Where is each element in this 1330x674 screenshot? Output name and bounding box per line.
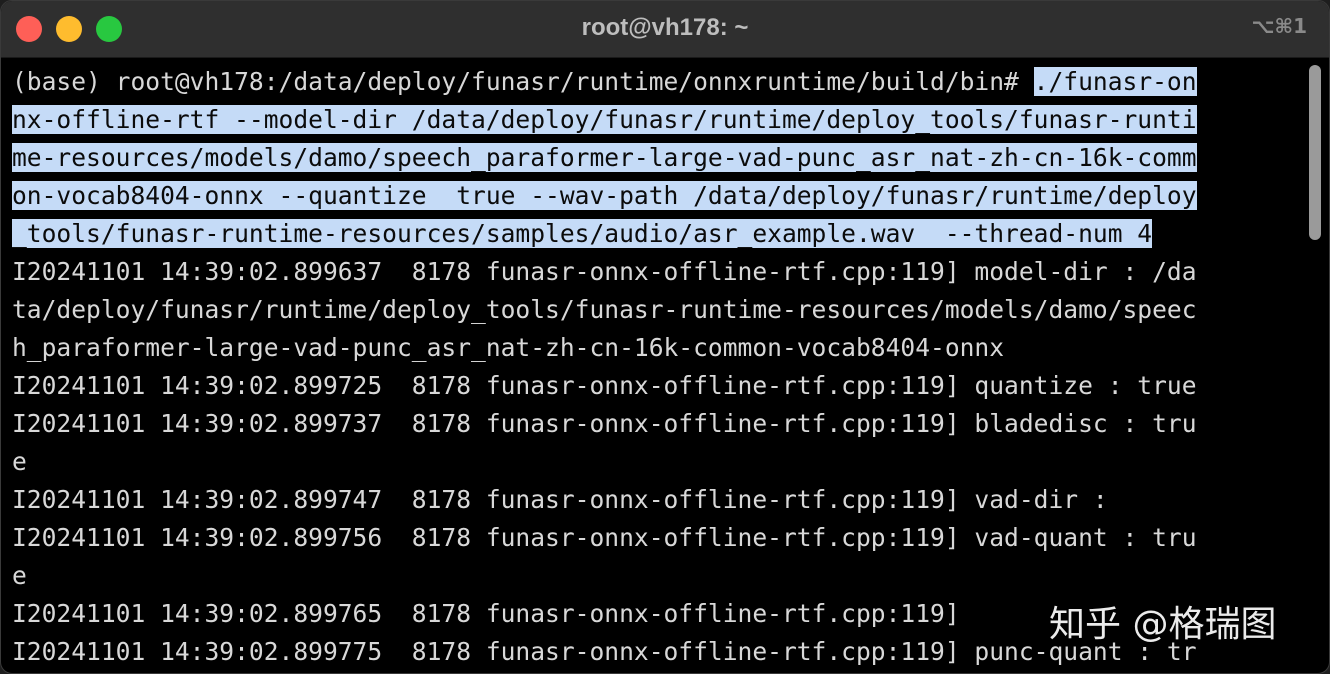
window-shortcut: ⌥⌘1 — [1251, 14, 1307, 38]
log-line: e — [12, 561, 27, 590]
title-bar[interactable]: root@vh178: ~ ⌥⌘1 — [1, 1, 1329, 58]
log-line: I20241101 14:39:02.899737 8178 funasr-on… — [12, 409, 1197, 438]
selected-command-text[interactable]: nx-offline-rtf --model-dir /data/deploy/… — [12, 105, 1197, 134]
terminal-output[interactable]: (base) root@vh178:/data/deploy/funasr/ru… — [1, 63, 1301, 673]
log-line: I20241101 14:39:02.899637 8178 funasr-on… — [12, 257, 1197, 286]
scrollbar-thumb[interactable] — [1309, 65, 1321, 240]
log-line: ta/deploy/funasr/runtime/deploy_tools/fu… — [12, 295, 1197, 324]
watermark: 知乎 @格瑞图 — [1049, 604, 1277, 645]
selected-command-text[interactable]: _tools/funasr-runtime-resources/samples/… — [12, 219, 1153, 248]
window-title: root@vh178: ~ — [581, 14, 749, 41]
command-line: nx-offline-rtf --model-dir /data/deploy/… — [1, 101, 1301, 139]
selected-command-text[interactable]: me-resources/models/damo/speech_paraform… — [12, 143, 1197, 172]
selected-command-text[interactable]: ./funasr-on — [1033, 67, 1197, 96]
log-line: e — [12, 447, 27, 476]
terminal-window: root@vh178: ~ ⌥⌘1 (base) root@vh178:/dat… — [0, 0, 1330, 674]
prompt-line: (base) root@vh178:/data/deploy/funasr/ru… — [1, 63, 1301, 101]
selected-command-text[interactable]: on-vocab8404-onnx --quantize true --wav-… — [12, 181, 1197, 210]
shell-prompt: (base) root@vh178:/data/deploy/funasr/ru… — [12, 67, 1034, 96]
log-line: h_paraformer-large-vad-punc_asr_nat-zh-c… — [12, 333, 1005, 362]
log-line: I20241101 14:39:02.899756 8178 funasr-on… — [12, 523, 1197, 552]
log-line: I20241101 14:39:02.899725 8178 funasr-on… — [12, 371, 1197, 400]
command-line: on-vocab8404-onnx --quantize true --wav-… — [1, 177, 1301, 215]
log-line: I20241101 14:39:02.899747 8178 funasr-on… — [12, 485, 1108, 514]
command-line: me-resources/models/damo/speech_paraform… — [1, 139, 1301, 177]
command-line: _tools/funasr-runtime-resources/samples/… — [1, 215, 1301, 253]
